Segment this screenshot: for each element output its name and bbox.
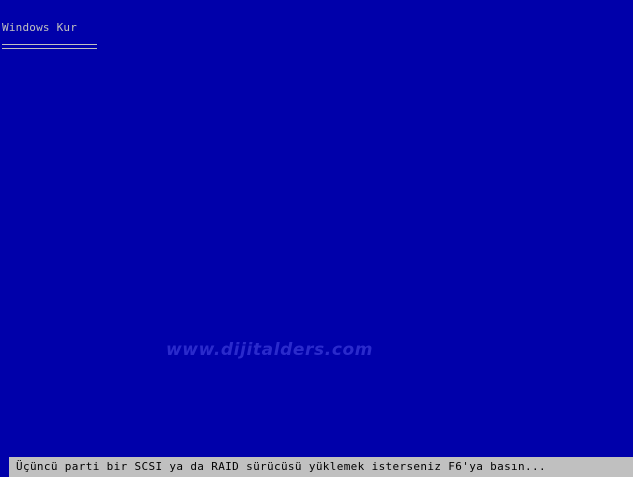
setup-screen: Windows Kur www.dijitalders.com Üçüncü p… [0,0,633,477]
title-double-underline [2,44,97,49]
status-bar: Üçüncü parti bir SCSI ya da RAID sürücüs… [0,454,633,477]
status-bar-panel: Üçüncü parti bir SCSI ya da RAID sürücüs… [9,457,633,477]
watermark: www.dijitalders.com [166,340,374,360]
status-message: Üçüncü parti bir SCSI ya da RAID sürücüs… [16,460,546,473]
setup-title: Windows Kur [2,21,78,34]
